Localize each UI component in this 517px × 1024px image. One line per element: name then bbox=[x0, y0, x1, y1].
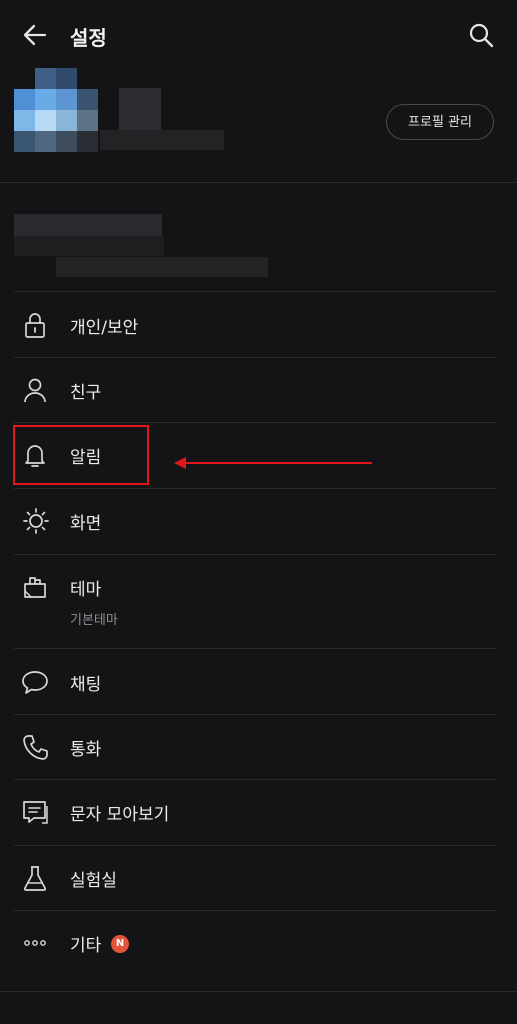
theme-icon bbox=[20, 572, 50, 602]
menu-item-label: 통화 bbox=[70, 740, 102, 760]
menu-item-theme[interactable]: 테마 기본테마 bbox=[0, 555, 517, 647]
avatar[interactable] bbox=[14, 68, 98, 152]
menu-item-etc[interactable]: 기타 N bbox=[0, 911, 517, 975]
menu-item-label: 화면 bbox=[70, 514, 102, 534]
menu-item-message-collection[interactable]: 문자 모아보기 bbox=[0, 780, 517, 844]
menu-item-privacy-security[interactable]: 개인/보안 bbox=[0, 292, 517, 357]
page-title: 설정 bbox=[70, 26, 107, 50]
menu-item-label: 기타 bbox=[70, 936, 102, 956]
menu-item-label: 채팅 bbox=[70, 675, 102, 695]
bottom-divider bbox=[0, 991, 517, 992]
profile-name-blur bbox=[119, 88, 161, 130]
blurred-banner-line-2 bbox=[14, 236, 164, 256]
annotation-arrow-icon bbox=[174, 457, 372, 469]
menu-item-lab[interactable]: 실험실 bbox=[0, 846, 517, 910]
menu-item-label: 친구 bbox=[70, 383, 102, 403]
search-icon bbox=[469, 23, 494, 48]
menu-item-label: 실험실 bbox=[70, 871, 117, 891]
arrow-left-icon bbox=[23, 24, 47, 46]
profile-status-blur bbox=[100, 130, 224, 150]
back-button[interactable] bbox=[18, 18, 52, 52]
flask-icon bbox=[20, 863, 50, 893]
new-badge: N bbox=[111, 935, 129, 953]
more-dots-icon bbox=[20, 928, 50, 958]
profile-manage-button[interactable]: 프로필 관리 bbox=[386, 104, 494, 140]
highlight-box bbox=[13, 425, 149, 485]
search-button[interactable] bbox=[466, 20, 496, 50]
menu-item-label: 테마 bbox=[70, 580, 102, 600]
menu-item-label: 개인/보안 bbox=[70, 318, 139, 338]
menu-item-call[interactable]: 통화 bbox=[0, 715, 517, 779]
menu-item-subtitle: 기본테마 bbox=[70, 613, 118, 628]
section-divider bbox=[0, 182, 517, 183]
blurred-banner-line-3 bbox=[56, 257, 268, 277]
message-list-icon bbox=[20, 797, 50, 827]
chat-bubble-icon bbox=[20, 667, 50, 697]
person-icon bbox=[20, 375, 50, 405]
blurred-banner-line-1 bbox=[14, 214, 162, 236]
menu-item-chat[interactable]: 채팅 bbox=[0, 649, 517, 714]
menu-item-label: 문자 모아보기 bbox=[70, 805, 170, 825]
lock-icon bbox=[20, 310, 50, 340]
menu-item-display[interactable]: 화면 bbox=[0, 489, 517, 553]
phone-icon bbox=[20, 732, 50, 762]
brightness-icon bbox=[20, 506, 50, 536]
menu-item-friends[interactable]: 친구 bbox=[0, 358, 517, 422]
